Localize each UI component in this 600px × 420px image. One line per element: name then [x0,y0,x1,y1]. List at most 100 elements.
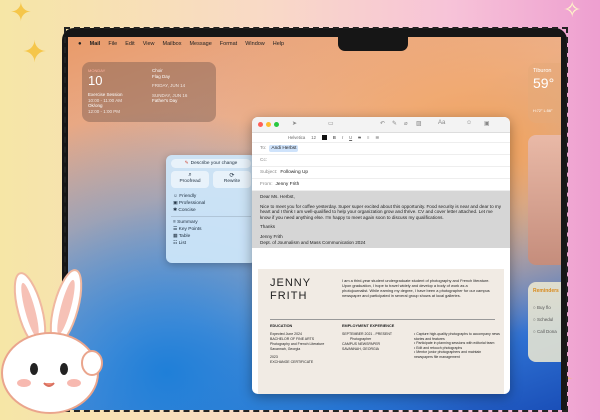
tone-concise[interactable]: ✱ Concise [173,207,205,214]
minimize-window-button[interactable] [266,122,271,127]
weather-city: Tiburon [533,68,552,74]
menu-mail[interactable]: Mail [90,41,101,47]
sparkle-decoration: ✧ [563,0,582,23]
from-select[interactable]: Jenny Frith [276,182,300,187]
cc-row: Cc: [252,155,510,167]
reminders-list: ○ Buy flo ○ Schedul ○ Call Dona [533,302,557,338]
photo-icon[interactable]: ▨ [416,120,422,127]
subject-row: Subject: Following Up [252,167,510,179]
bullet-item: • Capture high-quality photographs to ac… [414,332,500,341]
proofread-label: Proofread [179,179,201,184]
attachment-icon[interactable]: ⌀ [404,120,408,127]
signature-dept: Dept. of Journalism and Mass Communicati… [260,239,366,245]
zoom-window-button[interactable] [274,122,279,127]
strike-button[interactable]: S [358,135,361,140]
date-header: FRIDAY, JUN 14 [152,83,186,88]
align-icon[interactable]: ≡ [367,135,369,140]
event-title: Father's Day [152,98,178,103]
reminder-item[interactable]: ○ Schedul [533,314,557,326]
resume-attachment-preview[interactable]: JENNY FRITH I am a third-year student un… [258,269,504,394]
rewrite-button[interactable]: ⟳ Rewrite [213,171,251,188]
apple-icon[interactable]: ● [78,41,82,47]
from-row: From: Jenny Frith [252,179,510,191]
tone-friendly[interactable]: ☺ Friendly [173,193,205,200]
mail-compose-window: ➤ ▭ ↶ ✎ ⌀ ▨ Aa ☺ ▣ Helvetica 12 B I U S … [252,117,510,394]
proofread-button[interactable]: ⌕ Proofread [171,171,209,188]
font-family-select[interactable]: Helvetica [288,135,305,140]
format-table[interactable]: ▦ Table [173,233,202,240]
writing-tools-popover: ✎ Describe your change ⌕ Proofread ⟳ Rew… [166,155,256,263]
sign-off: Thanks [260,224,276,230]
message-body[interactable]: Dear Ms. Herbst, Nice to meet you for co… [252,191,510,249]
calendar-events-left: Exercise Session 10:00 - 11:00 AM Ok/ong… [88,92,123,114]
format-bar: Helvetica 12 B I U S ≡ ☰ [252,133,510,143]
format-key-points[interactable]: ☰ Key Points [173,226,202,233]
menu-format[interactable]: Format [220,41,237,47]
photo-browser-icon[interactable]: ▣ [484,120,490,127]
weather-widget[interactable]: Tiburon 59° H:72° L:56° [528,63,561,123]
describe-change-field[interactable]: ✎ Describe your change [171,159,251,168]
font-size-select[interactable]: 12 [311,135,316,140]
compose-toolbar: ➤ ▭ ↶ ✎ ⌀ ▨ Aa ☺ ▣ [252,117,510,133]
describe-change-label: Describe your change [190,161,238,166]
rewrite-icon: ⟳ [229,173,235,179]
reminder-item[interactable]: ○ Call Dona [533,326,557,338]
reminder-item[interactable]: ○ Buy flo [533,302,557,314]
format-list[interactable]: ☷ List [173,240,202,247]
menu-edit[interactable]: Edit [125,41,134,47]
reply-icon[interactable]: ↶ [380,120,385,127]
laptop-frame: ● Mail File Edit View Mailbox Message Fo… [62,28,567,410]
menu-window[interactable]: Window [245,41,265,47]
sparkle-decoration: ✦ [22,35,48,70]
bold-button[interactable]: B [333,135,336,140]
format-summary[interactable]: ≡ Summary [173,219,202,226]
calendar-widget[interactable]: MONDAY 10 Exercise Session 10:00 - 11:00… [82,62,216,122]
edu-line: EXCHANGE CERTIFICATE [270,360,314,364]
rewrite-label: Rewrite [223,179,241,184]
event-title: Flag Day [152,73,171,79]
education-title: EDUCATION [270,324,293,328]
menu-view[interactable]: View [143,41,155,47]
resume-intro: I am a third-year student undergraduate … [342,278,490,298]
text-color-swatch[interactable] [321,135,327,140]
event-time: 10:00 - 11:00 AM [88,97,122,103]
menu-file[interactable]: File [108,41,117,47]
reminders-title: Reminders [533,288,559,294]
greeting: Dear Ms. Herbst, [260,194,295,199]
reminders-widget[interactable]: Reminders ○ Buy flo ○ Schedul ○ Call Don… [528,282,561,362]
camera-notch [338,37,408,51]
header-fields-icon[interactable]: ▭ [328,120,334,127]
close-window-button[interactable] [258,122,263,127]
list-icon[interactable]: ☰ [375,135,379,140]
compose-icon[interactable]: ✎ [392,120,397,127]
to-label: To: [260,146,267,151]
bullet-item: • Mentor junior photographers and mainta… [414,350,482,359]
cc-field[interactable] [270,157,510,165]
employment-bullets: • Capture high-quality photographs to ac… [414,332,500,360]
menu-message[interactable]: Message [189,41,211,47]
photo-widget[interactable] [528,135,561,265]
bunny-sticker [1,269,103,414]
weather-hi-lo: H:72° L:56° [533,109,553,113]
tone-professional[interactable]: ▣ Professional [173,200,205,207]
underline-button[interactable]: U [349,135,352,140]
to-recipient-chip[interactable]: Andi Herbst [269,145,299,152]
calendar-events-right: Choir Flag Day FRIDAY, JUN 14 SUNDAY, JU… [152,68,187,104]
format-text-icon[interactable]: Aa [438,120,445,126]
sparkle-decoration: ✦ [10,0,32,28]
employment-lines: SEPTEMBER 2021 - PRESENT Photographer CA… [342,332,404,352]
cc-label: Cc: [260,158,268,163]
menu-bar: ● Mail File Edit View Mailbox Message Fo… [68,37,561,51]
subject-field[interactable]: Following Up [280,170,308,175]
menu-help[interactable]: Help [273,41,284,47]
send-icon[interactable]: ➤ [292,120,297,127]
date-header: SUNDAY, JUN 16 [152,92,188,98]
employment-title: EMPLOYMENT EXPERIENCE [342,324,395,328]
tone-options: ☺ Friendly ▣ Professional ✱ Concise [173,193,205,214]
italic-button[interactable]: I [342,135,343,140]
menu-mailbox[interactable]: Mailbox [163,41,182,47]
format-options: ≡ Summary ☰ Key Points ▦ Table ☷ List [173,219,202,247]
resume-divider [270,319,495,320]
emoji-icon[interactable]: ☺ [466,120,472,126]
resume-first-name: JENNY [270,277,312,289]
